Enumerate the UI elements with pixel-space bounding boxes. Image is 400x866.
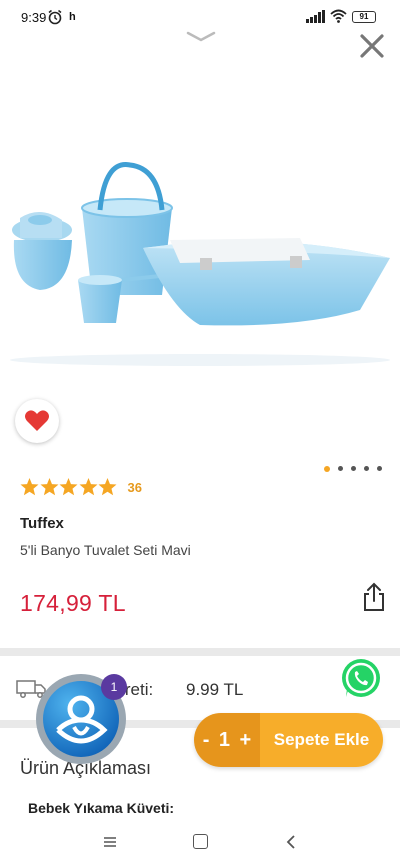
menu-icon[interactable] [102, 835, 118, 849]
star-icon [98, 478, 117, 496]
star-icon [59, 478, 78, 496]
carousel-dot[interactable] [338, 466, 343, 471]
quantity-decrease-button[interactable]: - [203, 729, 210, 752]
carousel-dot[interactable] [351, 466, 356, 471]
product-name: 5'li Banyo Tuvalet Seti Mavi [20, 542, 191, 558]
close-icon[interactable] [356, 30, 388, 62]
star-icon [20, 478, 39, 496]
carousel-dot[interactable] [324, 466, 330, 472]
carousel-dot[interactable] [377, 466, 382, 471]
alarm-icon [48, 9, 62, 25]
quantity-value: 1 [218, 728, 231, 751]
whatsapp-icon[interactable] [339, 657, 383, 701]
home-icon[interactable] [193, 834, 208, 849]
star-icon [40, 478, 58, 496]
shipping-cost: 9.99 TL [186, 680, 244, 699]
description-subtitle: Bebek Yıkama Küveti: [28, 800, 175, 816]
status-bar: 9:39 h 91 [0, 0, 400, 34]
quantity-stepper: - 1 + [194, 713, 260, 767]
image-carousel-dots[interactable] [324, 466, 382, 472]
signal-icon [306, 10, 325, 23]
quantity-increase-button[interactable]: + [240, 729, 252, 752]
product-rating[interactable]: 36 [20, 478, 142, 496]
product-image[interactable] [0, 100, 400, 375]
back-icon[interactable] [285, 834, 297, 850]
share-icon[interactable] [362, 582, 386, 612]
system-nav-bar [0, 820, 400, 866]
carousel-dot[interactable] [364, 466, 369, 471]
section-divider [0, 648, 400, 656]
wifi-icon [330, 9, 347, 23]
favorite-button[interactable] [15, 399, 59, 443]
star-icon [79, 478, 97, 496]
add-to-cart-button[interactable]: Sepete Ekle [260, 713, 383, 767]
chevron-down-icon[interactable] [186, 30, 216, 44]
notification-badge: 1 [101, 674, 127, 700]
product-brand[interactable]: Tuffex [20, 515, 64, 532]
add-to-cart-bar: - 1 + Sepete Ekle [194, 713, 383, 767]
heart-icon [25, 410, 49, 431]
status-time: 9:39 [21, 10, 47, 25]
status-indicator: h [69, 11, 76, 23]
product-price: 174,99 TL [20, 590, 126, 616]
battery-indicator: 91 [352, 11, 376, 23]
rating-count[interactable]: 36 [128, 480, 142, 495]
